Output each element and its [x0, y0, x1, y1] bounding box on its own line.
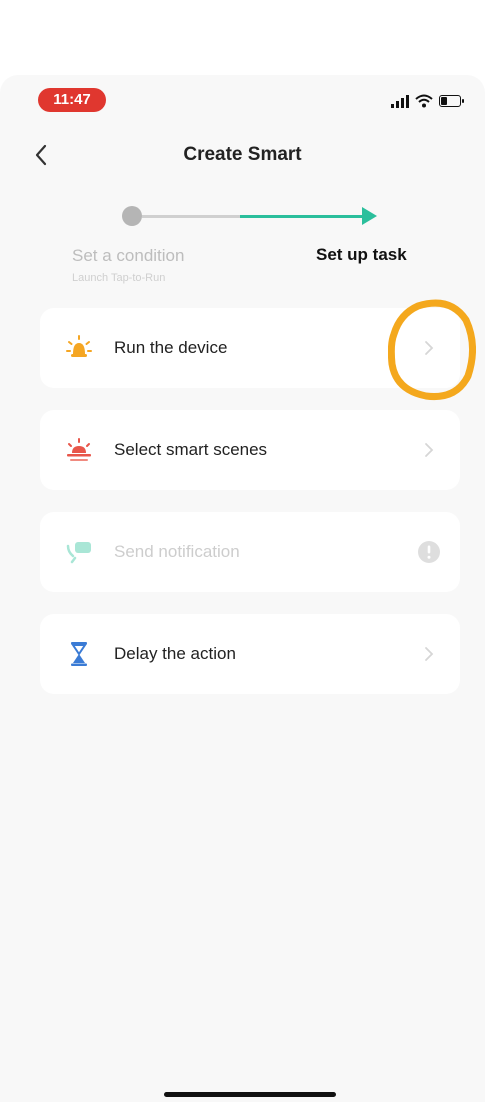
home-indicator[interactable] [164, 1092, 336, 1097]
task-select-scenes[interactable]: Select smart scenes [40, 410, 460, 490]
task-delay-action[interactable]: Delay the action [40, 614, 460, 694]
page-title: Create Smart [183, 144, 302, 165]
status-time: 11:47 [38, 88, 106, 112]
chevron-right-icon [414, 333, 444, 363]
battery-icon [439, 95, 464, 107]
step1-sublabel: Launch Tap-to-Run [72, 272, 166, 284]
info-icon[interactable] [414, 537, 444, 567]
bulb-icon [64, 333, 94, 363]
chevron-right-icon [414, 435, 444, 465]
signal-icon [391, 94, 409, 108]
task-label: Select smart scenes [114, 440, 268, 459]
step1-dot [122, 206, 142, 226]
hourglass-icon [64, 639, 94, 669]
message-icon [64, 537, 94, 567]
step2-label: Set up task [316, 245, 407, 264]
step2-arrow-icon [362, 207, 377, 225]
task-send-notification[interactable]: Send notification [40, 512, 460, 592]
step-line-inactive [142, 215, 240, 218]
step-line-active [240, 215, 364, 218]
task-run-device[interactable]: Run the device [40, 308, 460, 388]
chevron-right-icon [414, 639, 444, 669]
task-label: Run the device [114, 338, 228, 357]
sunset-icon [64, 435, 94, 465]
step-progress [122, 204, 382, 228]
step1-label[interactable]: Set a condition [72, 246, 184, 266]
task-label: Delay the action [114, 644, 236, 663]
wifi-icon [415, 94, 433, 108]
status-icons [391, 92, 464, 110]
task-label: Send notification [114, 542, 240, 561]
